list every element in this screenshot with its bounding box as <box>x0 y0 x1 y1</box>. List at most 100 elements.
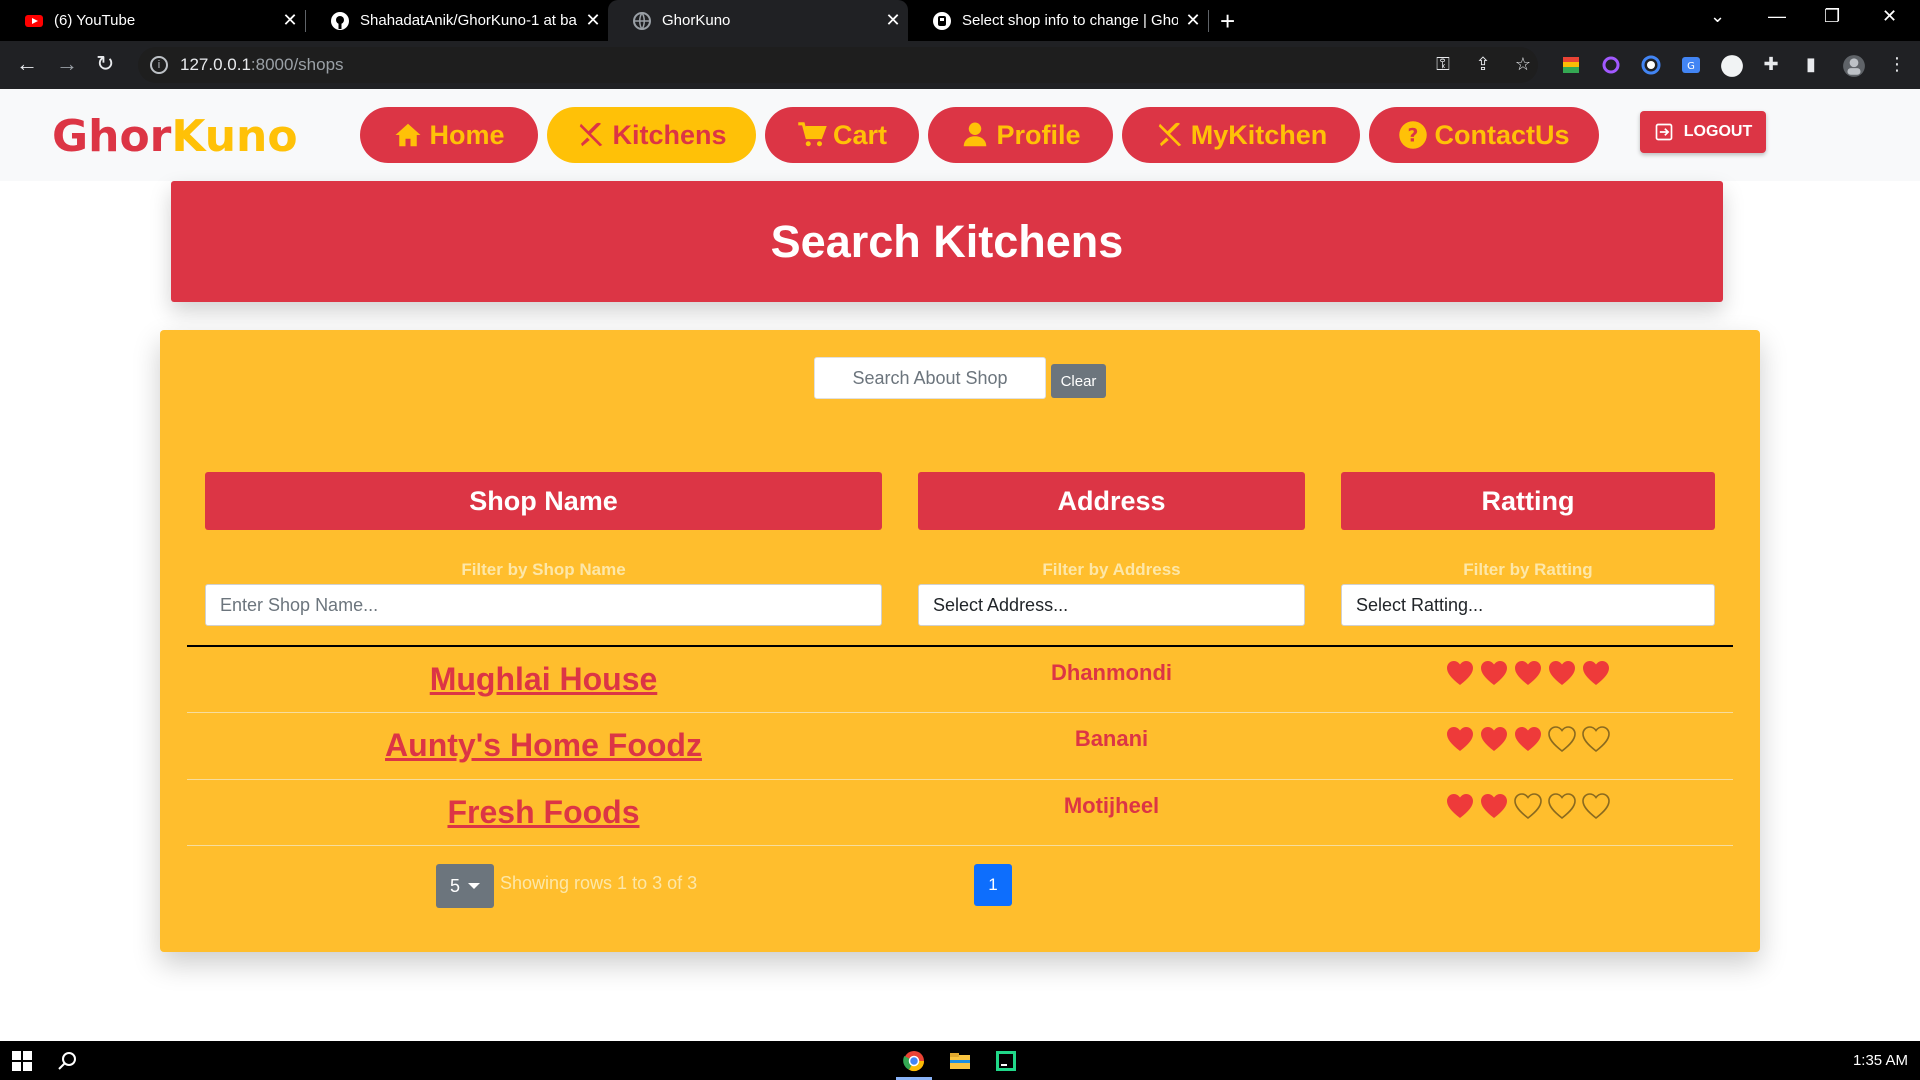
close-icon[interactable]: ✕ <box>275 10 305 31</box>
youtube-icon <box>25 14 43 27</box>
github-icon <box>331 11 349 30</box>
page-title: Search Kitchens <box>770 215 1124 267</box>
column-header-shop-name[interactable]: Shop Name <box>205 472 882 530</box>
caret-down-icon <box>468 883 480 889</box>
nav-kitchens-button[interactable]: Kitchens <box>547 107 756 163</box>
nav-cart-button[interactable]: Cart <box>765 107 919 163</box>
pycharm-icon[interactable] <box>994 1049 1018 1073</box>
windows-start-icon[interactable] <box>10 1049 34 1073</box>
extension-colorful-icon[interactable] <box>1560 54 1582 76</box>
nav-contactus-button[interactable]: ? ContactUs <box>1369 107 1599 163</box>
close-icon[interactable]: ✕ <box>1178 10 1208 31</box>
heart-filled-icon <box>1549 661 1575 685</box>
extension-face-icon[interactable] <box>1720 54 1743 77</box>
heart-filled-icon <box>1515 661 1541 685</box>
user-icon <box>964 122 987 147</box>
search-icon[interactable] <box>56 1049 80 1073</box>
extension-ring-icon[interactable] <box>1640 54 1662 76</box>
restore-icon[interactable]: ❐ <box>1824 6 1840 27</box>
column-header-address[interactable]: Address <box>918 472 1305 530</box>
page-1-button[interactable]: 1 <box>974 864 1012 906</box>
nav-label: Cart <box>832 119 887 150</box>
page-size-value: 5 <box>449 875 460 896</box>
shop-name-filter-input[interactable]: Enter Shop Name... <box>205 584 882 626</box>
tab-ghorkuno[interactable]: GhorKuno ✕ <box>608 0 908 41</box>
close-icon[interactable]: ✕ <box>878 10 908 31</box>
cart-icon <box>798 122 827 147</box>
window-close-icon[interactable]: ✕ <box>1882 6 1897 27</box>
file-explorer-icon[interactable] <box>948 1049 972 1073</box>
tab-title: ShahadatAnik/GhorKuno-1 at ba <box>360 12 577 29</box>
table-header-divider <box>187 645 1733 647</box>
tab-title: Select shop info to change | Ghor <box>962 12 1178 29</box>
rating-stars <box>1445 659 1611 687</box>
browser-tab-bar: (6) YouTube ✕ ShahadatAnik/GhorKuno-1 at… <box>0 0 1920 41</box>
extensions-puzzle-icon[interactable]: ✚ <box>1760 54 1782 76</box>
os-taskbar: 1:35 AM <box>0 1041 1920 1080</box>
share-icon[interactable]: ⇪ <box>1472 54 1494 76</box>
bookmark-star-icon[interactable]: ☆ <box>1512 54 1534 76</box>
heart-filled-icon <box>1481 661 1507 685</box>
heart-outline-icon <box>1582 726 1610 753</box>
address-filter-select[interactable]: Select Address... <box>918 584 1305 626</box>
nav-profile-button[interactable]: Profile <box>928 107 1113 163</box>
shop-name-link[interactable]: Fresh Foods <box>205 794 882 831</box>
address-bar[interactable]: i 127.0.0.1:8000/shops <box>138 47 1538 83</box>
home-icon <box>395 123 421 147</box>
heart-filled-icon <box>1447 794 1473 818</box>
heart-filled-icon <box>1481 794 1507 818</box>
filter-label-shop-name: Filter by Shop Name <box>461 560 626 579</box>
browser-toolbar: ← → ↻ i 127.0.0.1:8000/shops ⚿ ⇪ ☆ G ✚ ▮… <box>0 41 1920 89</box>
heart-outline-icon <box>1582 793 1610 820</box>
minimize-icon[interactable]: — <box>1768 6 1786 27</box>
browser-menu-icon[interactable]: ⋮ <box>1886 54 1908 76</box>
column-header-rating[interactable]: Ratting <box>1341 472 1715 530</box>
shop-name-link[interactable]: Aunty's Home Foodz <box>205 727 882 764</box>
tab-youtube[interactable]: (6) YouTube ✕ <box>0 0 305 41</box>
side-panel-icon[interactable]: ▮ <box>1800 54 1822 76</box>
reload-icon[interactable]: ↻ <box>96 51 114 77</box>
profile-avatar-icon[interactable] <box>1842 54 1865 77</box>
tab-separator <box>1208 10 1209 32</box>
utensils-icon <box>580 122 603 147</box>
translate-icon[interactable]: G <box>1680 54 1702 76</box>
heart-outline-icon <box>1548 793 1576 820</box>
tab-django-admin[interactable]: Select shop info to change | Ghor ✕ <box>908 0 1208 41</box>
chrome-icon[interactable] <box>902 1049 926 1073</box>
clear-button[interactable]: Clear <box>1051 364 1106 398</box>
filter-label-address: Filter by Address <box>1042 560 1181 579</box>
forward-icon[interactable]: → <box>56 51 78 77</box>
nav-label: MyKitchen <box>1190 119 1328 150</box>
heart-outline-icon <box>1548 726 1576 753</box>
logout-button[interactable]: LOGOUT <box>1640 111 1766 153</box>
site-header: GhorKuno Home Kitchens Cart Profile MyKi… <box>0 89 1920 181</box>
site-info-icon[interactable]: i <box>150 56 168 74</box>
svg-text:?: ? <box>1408 125 1419 146</box>
nav-home-button[interactable]: Home <box>360 107 538 163</box>
close-icon[interactable]: ✕ <box>578 10 608 31</box>
logo-part-kuno: Kuno <box>171 111 298 162</box>
rating-filter-select[interactable]: Select Ratting... <box>1341 584 1715 626</box>
extension-loop-icon[interactable] <box>1600 54 1622 76</box>
globe-icon <box>633 11 651 30</box>
url-path: :8000/shops <box>250 55 344 74</box>
key-icon[interactable]: ⚿ <box>1432 54 1454 76</box>
site-logo[interactable]: GhorKuno <box>52 111 298 162</box>
back-icon[interactable]: ← <box>16 51 38 77</box>
tab-github[interactable]: ShahadatAnik/GhorKuno-1 at ba ✕ <box>306 0 608 41</box>
nav-label: Profile <box>996 119 1081 150</box>
logout-label: LOGOUT <box>1683 123 1753 140</box>
new-tab-icon[interactable]: + <box>1220 6 1235 37</box>
shop-name-link[interactable]: Mughlai House <box>205 661 882 698</box>
tab-title: GhorKuno <box>662 12 731 29</box>
heart-outline-icon <box>1514 793 1542 820</box>
django-icon <box>933 11 951 30</box>
rows-info-text: Showing rows 1 to 3 of 3 <box>500 873 698 893</box>
shop-address: Banani <box>1074 726 1149 751</box>
tab-search-icon[interactable]: ⌄ <box>1710 6 1725 27</box>
logout-icon <box>1655 123 1673 141</box>
nav-mykitchen-button[interactable]: MyKitchen <box>1122 107 1360 163</box>
page-size-dropdown[interactable]: 5 <box>436 864 494 908</box>
svg-text:G: G <box>1687 61 1695 72</box>
search-input[interactable] <box>814 357 1046 399</box>
